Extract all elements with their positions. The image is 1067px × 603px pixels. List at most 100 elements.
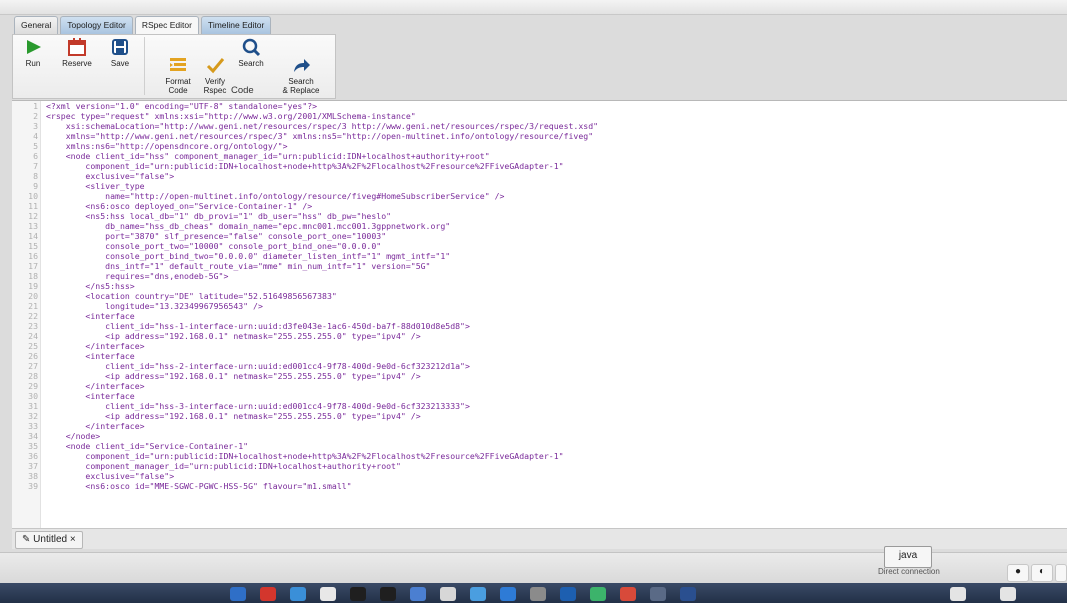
code-text[interactable]: exclusive="false"> (46, 171, 174, 181)
code-text[interactable]: db_name="hss_db_cheas" domain_name="epc.… (46, 221, 450, 231)
dashboard-icon[interactable]: ◐ (1031, 564, 1053, 582)
code-line[interactable]: 10 name="http://open-multinet.info/ontol… (12, 191, 1067, 201)
code-text[interactable]: dns_intf="1" default_route_via="mme" min… (46, 261, 430, 271)
code-line[interactable]: 27 client_id="hss-2-interface-urn:uuid:e… (12, 361, 1067, 371)
code-text[interactable]: client_id="hss-3-interface-urn:uuid:ed00… (46, 401, 470, 411)
dock-app-icon[interactable] (650, 587, 666, 601)
code-line[interactable]: 17 dns_intf="1" default_route_via="mme" … (12, 261, 1067, 271)
dock-app-icon[interactable] (470, 587, 486, 601)
code-line[interactable]: 2 <rspec type="request" xmlns:xsi="http:/… (12, 111, 1067, 121)
format-code-button[interactable]: Format Code (161, 37, 195, 95)
dock-app-icon[interactable] (380, 587, 396, 601)
code-text[interactable]: xmlns="http://www.geni.net/resources/rsp… (46, 131, 593, 141)
code-text[interactable]: </interface> (46, 421, 144, 431)
code-text[interactable]: client_id="hss-1-interface-urn:uuid:d3fe… (46, 321, 470, 331)
dock-app-icon[interactable] (350, 587, 366, 601)
code-text[interactable]: longitude="13.32349967956543" /> (46, 301, 263, 311)
dock-app-icon[interactable] (260, 587, 276, 601)
code-line[interactable]: 39 <ns6:osco id="MME-SGWC-PGWC-HSS-5G" f… (12, 481, 1067, 491)
code-line[interactable]: 20 <location country="DE" latitude="52.5… (12, 291, 1067, 301)
code-line[interactable]: 13 db_name="hss_db_cheas" domain_name="e… (12, 221, 1067, 231)
code-area[interactable]: 1 <?xml version="1.0" encoding="UTF-8" st… (12, 101, 1067, 491)
code-text[interactable]: <location country="DE" latitude="52.5164… (46, 291, 336, 301)
code-line[interactable]: 23 client_id="hss-1-interface-urn:uuid:d… (12, 321, 1067, 331)
search-replace-button[interactable]: Search & Replace (273, 37, 329, 95)
code-text[interactable]: </interface> (46, 341, 144, 351)
code-text[interactable]: requires="dns,enodeb-5G"> (46, 271, 228, 281)
code-text[interactable]: xmlns:ns6="http://opensdncore.org/ontolo… (46, 141, 288, 151)
code-line[interactable]: 21 longitude="13.32349967956543" /> (12, 301, 1067, 311)
code-text[interactable]: port="3870" slf_presence="false" console… (46, 231, 386, 241)
globe-icon[interactable]: ● (1007, 564, 1029, 582)
code-line[interactable]: 1 <?xml version="1.0" encoding="UTF-8" st… (12, 101, 1067, 111)
dock-app-icon[interactable] (680, 587, 696, 601)
verify-rspec-button[interactable]: Verify Rspec (198, 37, 232, 95)
code-text[interactable]: console_port_bind_two="0.0.0.0" diameter… (46, 251, 450, 261)
close-icon[interactable]: × (70, 534, 76, 545)
code-line[interactable]: 12 <ns5:hss local_db="1" db_provi="1" db… (12, 211, 1067, 221)
rspec-code-editor[interactable]: 1 <?xml version="1.0" encoding="UTF-8" st… (12, 100, 1067, 529)
code-line[interactable]: 37 component_manager_id="urn:publicid:ID… (12, 461, 1067, 471)
code-text[interactable]: <ns6:osco id="MME-SGWC-PGWC-HSS-5G" flav… (46, 481, 351, 491)
status-indicator-icon[interactable] (1055, 564, 1067, 582)
tab-topology-editor[interactable]: Topology Editor (60, 16, 133, 34)
dock-app-icon[interactable] (410, 587, 426, 601)
reserve-button[interactable]: Reserve (55, 37, 99, 68)
code-line[interactable]: 16 console_port_bind_two="0.0.0.0" diame… (12, 251, 1067, 261)
tab-untitled[interactable]: ✎ Untitled × (15, 531, 83, 549)
code-text[interactable]: <ip address="192.168.0.1" netmask="255.2… (46, 411, 421, 421)
code-line[interactable]: 11 <ns6:osco deployed_on="Service-Contai… (12, 201, 1067, 211)
code-text[interactable]: <ip address="192.168.0.1" netmask="255.2… (46, 331, 421, 341)
code-text[interactable]: component_id="urn:publicid:IDN+localhost… (46, 451, 563, 461)
code-line[interactable]: 22 <interface (12, 311, 1067, 321)
code-text[interactable]: <ns5:hss local_db="1" db_provi="1" db_us… (46, 211, 391, 221)
dock-app-icon[interactable] (560, 587, 576, 601)
code-line[interactable]: 31 client_id="hss-3-interface-urn:uuid:e… (12, 401, 1067, 411)
tab-rspec-editor[interactable]: RSpec Editor (134, 16, 199, 34)
code-text[interactable]: </node> (46, 431, 101, 441)
code-text[interactable]: <interface (46, 391, 134, 401)
trash-icon[interactable] (1000, 587, 1016, 601)
save-button[interactable]: Save (103, 37, 137, 68)
dock-app-icon[interactable] (950, 587, 966, 601)
dock-app-icon[interactable] (620, 587, 636, 601)
code-line[interactable]: 26 <interface (12, 351, 1067, 361)
code-line[interactable]: 18 requires="dns,enodeb-5G"> (12, 271, 1067, 281)
search-button[interactable]: Search (234, 37, 268, 68)
code-text[interactable]: <interface (46, 351, 134, 361)
code-text[interactable]: component_manager_id="urn:publicid:IDN+l… (46, 461, 401, 471)
code-text[interactable]: console_port_two="10000" console_port_bi… (46, 241, 381, 251)
code-line[interactable]: 4 xmlns="http://www.geni.net/resources/r… (12, 131, 1067, 141)
tab-timeline-editor[interactable]: Timeline Editor (200, 16, 272, 34)
code-text[interactable]: <sliver_type (46, 181, 144, 191)
code-line[interactable]: 38 exclusive="false"> (12, 471, 1067, 481)
code-line[interactable]: 8 exclusive="false"> (12, 171, 1067, 181)
code-line[interactable]: 32 <ip address="192.168.0.1" netmask="25… (12, 411, 1067, 421)
code-line[interactable]: 3 xsi:schemaLocation="http://www.geni.ne… (12, 121, 1067, 131)
code-line[interactable]: 15 console_port_two="10000" console_port… (12, 241, 1067, 251)
code-text[interactable]: client_id="hss-2-interface-urn:uuid:ed00… (46, 361, 470, 371)
code-line[interactable]: 33 </interface> (12, 421, 1067, 431)
dock-app-icon[interactable] (530, 587, 546, 601)
code-text[interactable]: <ns6:osco deployed_on="Service-Container… (46, 201, 312, 211)
code-text[interactable]: component_id="urn:publicid:IDN+localhost… (46, 161, 563, 171)
code-text[interactable]: <interface (46, 311, 134, 321)
code-line[interactable]: 9 <sliver_type (12, 181, 1067, 191)
code-line[interactable]: 24 <ip address="192.168.0.1" netmask="25… (12, 331, 1067, 341)
code-text[interactable]: <ip address="192.168.0.1" netmask="255.2… (46, 371, 421, 381)
code-text[interactable]: <node client_id="Service-Container-1" (46, 441, 248, 451)
code-line[interactable]: 19 </ns5:hss> (12, 281, 1067, 291)
code-text[interactable]: <node client_id="hss" component_manager_… (46, 151, 490, 161)
code-text[interactable]: exclusive="false"> (46, 471, 174, 481)
code-line[interactable]: 34 </node> (12, 431, 1067, 441)
tab-general[interactable]: General (14, 16, 59, 34)
code-text[interactable]: <?xml version="1.0" encoding="UTF-8" sta… (46, 101, 317, 111)
code-line[interactable]: 36 component_id="urn:publicid:IDN+localh… (12, 451, 1067, 461)
code-text[interactable]: name="http://open-multinet.info/ontology… (46, 191, 504, 201)
dock-app-icon[interactable] (320, 587, 336, 601)
code-text[interactable]: xsi:schemaLocation="http://www.geni.net/… (46, 121, 598, 131)
dock-app-icon[interactable] (500, 587, 516, 601)
code-line[interactable]: 5 xmlns:ns6="http://opensdncore.org/onto… (12, 141, 1067, 151)
dock-app-icon[interactable] (230, 587, 246, 601)
run-button[interactable]: Run (17, 37, 49, 68)
